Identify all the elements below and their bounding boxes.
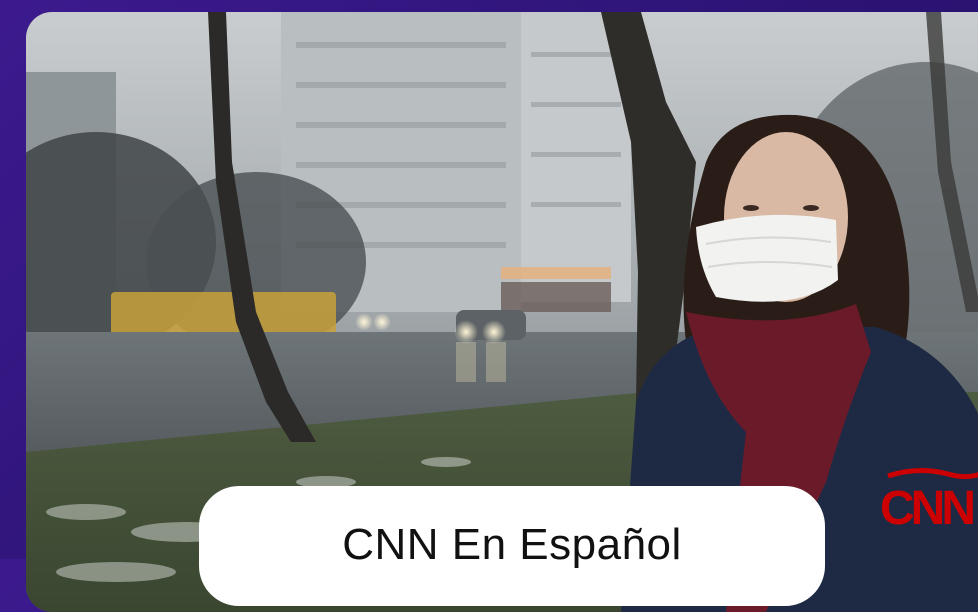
- svg-text:CNN: CNN: [880, 482, 973, 532]
- caption-card[interactable]: CNN En Español: [199, 486, 825, 606]
- cnn-logo: CNN: [878, 462, 978, 535]
- channel-caption: CNN En Español: [342, 520, 682, 569]
